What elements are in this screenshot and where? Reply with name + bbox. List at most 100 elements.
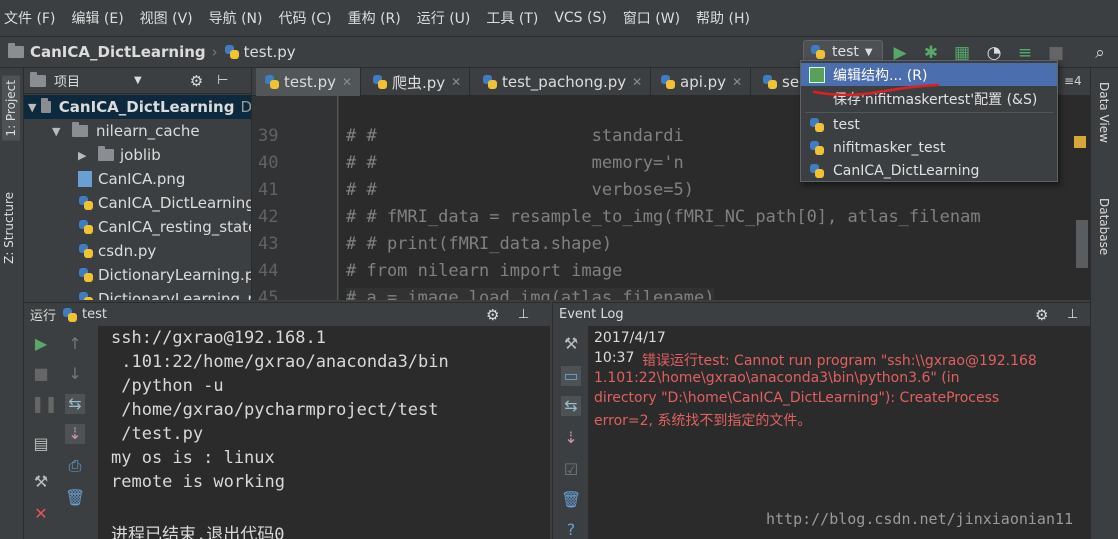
tab-project[interactable]: 1: Project	[2, 76, 20, 141]
tab-data-view[interactable]: Data View	[1097, 82, 1111, 143]
tab-label: 爬虫.py	[392, 73, 446, 92]
search-icon[interactable]: ⌕	[1090, 43, 1110, 63]
gear-icon[interactable]: ⚙	[1035, 306, 1048, 324]
mark-read-icon[interactable]: ☑	[561, 460, 581, 480]
event-log-body[interactable]: 2017/4/17 10:37 错误运行test: Cannot run pro…	[588, 326, 1090, 539]
tree-item[interactable]: DictionaryLearning.p	[78, 263, 251, 287]
run-panel-config[interactable]: test	[82, 307, 107, 322]
event-message-line[interactable]: directory "D:\home\CanICA_DictLearning")…	[594, 390, 999, 406]
tree-item[interactable]: DictionaryLearning_r	[78, 287, 251, 300]
tab-pachong-py[interactable]: 爬虫.py ✕	[364, 68, 471, 96]
code-line: # # standardi	[346, 126, 684, 146]
tree-item-label: CanICA.png	[98, 170, 186, 188]
breadcrumb-file[interactable]: test.py	[244, 43, 296, 61]
menu-navigate[interactable]: 导航 (N)	[209, 8, 263, 28]
menu-tools[interactable]: 工具 (T)	[486, 8, 538, 28]
arrow-up-icon[interactable]: ↑	[65, 334, 85, 354]
console-line: /python -u	[111, 376, 224, 396]
menu-run[interactable]: 运行 (U)	[417, 8, 471, 28]
gear-icon[interactable]: ⚙	[486, 306, 499, 324]
event-message-line[interactable]: 错误运行test: Cannot run program "ssh:\\gxra…	[642, 350, 1037, 370]
menu-vcs[interactable]: VCS (S)	[554, 10, 607, 26]
close-icon[interactable]: ✕	[31, 504, 51, 524]
warning-marker[interactable]	[1074, 136, 1086, 148]
breadcrumb-project[interactable]: CanICA_DictLearning	[30, 43, 206, 61]
event-message-line[interactable]: 1.101:22\home\gxrao\anaconda3\bin\python…	[594, 370, 960, 386]
collapse-icon[interactable]: ⊢	[217, 73, 228, 88]
menu-edit[interactable]: 编辑 (E)	[71, 8, 123, 28]
pause-icon[interactable]: ❚❚	[31, 394, 58, 414]
settings-icon[interactable]: ⚒	[31, 472, 51, 492]
close-icon[interactable]: ✕	[732, 75, 742, 89]
print-icon[interactable]: ⎙	[65, 456, 85, 476]
scroll-to-end-icon[interactable]: ⇣	[65, 424, 85, 444]
menu-window[interactable]: 窗口 (W)	[623, 8, 680, 28]
tab-test-py[interactable]: test.py ✕	[256, 68, 362, 96]
trash-icon[interactable]: 🗑	[561, 490, 581, 510]
python-icon	[809, 117, 825, 133]
trash-icon[interactable]: 🗑	[65, 488, 85, 508]
breadcrumb: CanICA_DictLearning › test.py	[8, 43, 296, 61]
menu-item-config-nifitmasker-test[interactable]: nifitmasker_test	[801, 136, 1057, 159]
line-number: 41	[258, 180, 279, 200]
menu-help[interactable]: 帮助 (H)	[696, 8, 750, 28]
tab-structure[interactable]: Z: Structure	[2, 192, 16, 264]
tab-test-pachong-py[interactable]: test_pachong.py ✕	[474, 68, 652, 96]
tab-api-py[interactable]: api.py ✕	[652, 68, 752, 96]
close-icon[interactable]: ✕	[342, 75, 352, 89]
python-file-icon	[78, 219, 94, 235]
event-date: 2017/4/17	[594, 330, 666, 346]
tree-item[interactable]: csdn.py	[78, 239, 156, 263]
red-annotation-underline	[812, 83, 940, 97]
gear-icon[interactable]: ⚙	[190, 72, 203, 90]
folder-icon	[30, 71, 46, 87]
minimize-icon[interactable]: ⊥	[518, 307, 529, 322]
event-message-line[interactable]: error=2, 系统找不到指定的文件。	[594, 410, 811, 430]
soft-wrap-icon[interactable]: ⇆	[65, 394, 85, 414]
collapsed-arrow-icon: ▶	[78, 148, 87, 162]
console-line: /test.py	[111, 424, 204, 444]
run-toolbar-primary: ▶ ■ ❚❚ ▤ ⚒ ✕	[24, 326, 58, 539]
rerun-icon[interactable]: ▶	[31, 334, 51, 354]
project-panel-title[interactable]: 项目	[54, 71, 80, 90]
layout-icon[interactable]: ▤	[31, 434, 51, 454]
editor-scrollbar[interactable]	[1076, 220, 1088, 268]
scroll-to-end-icon[interactable]: ⇣	[561, 428, 581, 448]
menu-code[interactable]: 代码 (C)	[278, 8, 331, 28]
python-file-icon	[372, 74, 388, 90]
help-icon[interactable]: ?	[561, 520, 581, 539]
balloon-icon[interactable]: ▭	[561, 366, 581, 386]
tree-root[interactable]: ▼ CanICA_DictLearning D	[24, 95, 251, 119]
tree-item[interactable]: CanICA_DictLearning	[78, 191, 251, 215]
menu-view[interactable]: 视图 (V)	[140, 8, 193, 28]
tab-overflow-indicator[interactable]: ≡4	[1064, 74, 1082, 88]
tree-item-label: joblib	[120, 146, 161, 164]
code-line-current: # a = image.load_img(atlas_filename)	[346, 288, 715, 300]
tree-item[interactable]: CanICA_resting_state	[78, 215, 251, 239]
event-time: 10:37	[594, 350, 635, 366]
tab-database[interactable]: Database	[1097, 198, 1111, 255]
menu-file[interactable]: 文件 (F)	[4, 8, 55, 28]
menu-item-config-canica[interactable]: CanICA_DictLearning	[801, 159, 1057, 182]
python-file-icon	[762, 74, 778, 90]
tree-item[interactable]: CanICA.png	[78, 167, 185, 191]
close-icon[interactable]: ✕	[632, 75, 642, 89]
run-console[interactable]: ssh://gxrao@192.168.1 .101:22/home/gxrao…	[98, 326, 550, 539]
tab-label: api.py	[680, 73, 727, 91]
event-log-header: Event Log ⚙ ⊥	[552, 302, 1090, 326]
arrow-down-icon[interactable]: ↓	[65, 364, 85, 384]
stop-icon[interactable]: ■	[31, 364, 51, 384]
tree-item[interactable]: ▶ joblib	[78, 143, 161, 167]
folder-icon	[98, 146, 114, 161]
chevron-down-icon[interactable]: ▼	[134, 75, 142, 86]
python-file-icon	[224, 44, 240, 60]
tree-item-label: nilearn_cache	[96, 122, 200, 140]
settings-icon[interactable]: ⚒	[561, 334, 581, 354]
menu-refactor[interactable]: 重构 (R)	[348, 8, 401, 28]
minimize-icon[interactable]: ⊥	[1067, 307, 1078, 322]
tree-item[interactable]: ▼ nilearn_cache	[52, 119, 200, 143]
soft-wrap-icon[interactable]: ⇆	[561, 396, 581, 416]
close-icon[interactable]: ✕	[451, 75, 461, 89]
menu-item-config-test[interactable]: test	[801, 113, 1057, 136]
code-line: # # fMRI_data = resample_to_img(fMRI_NC_…	[346, 207, 981, 227]
